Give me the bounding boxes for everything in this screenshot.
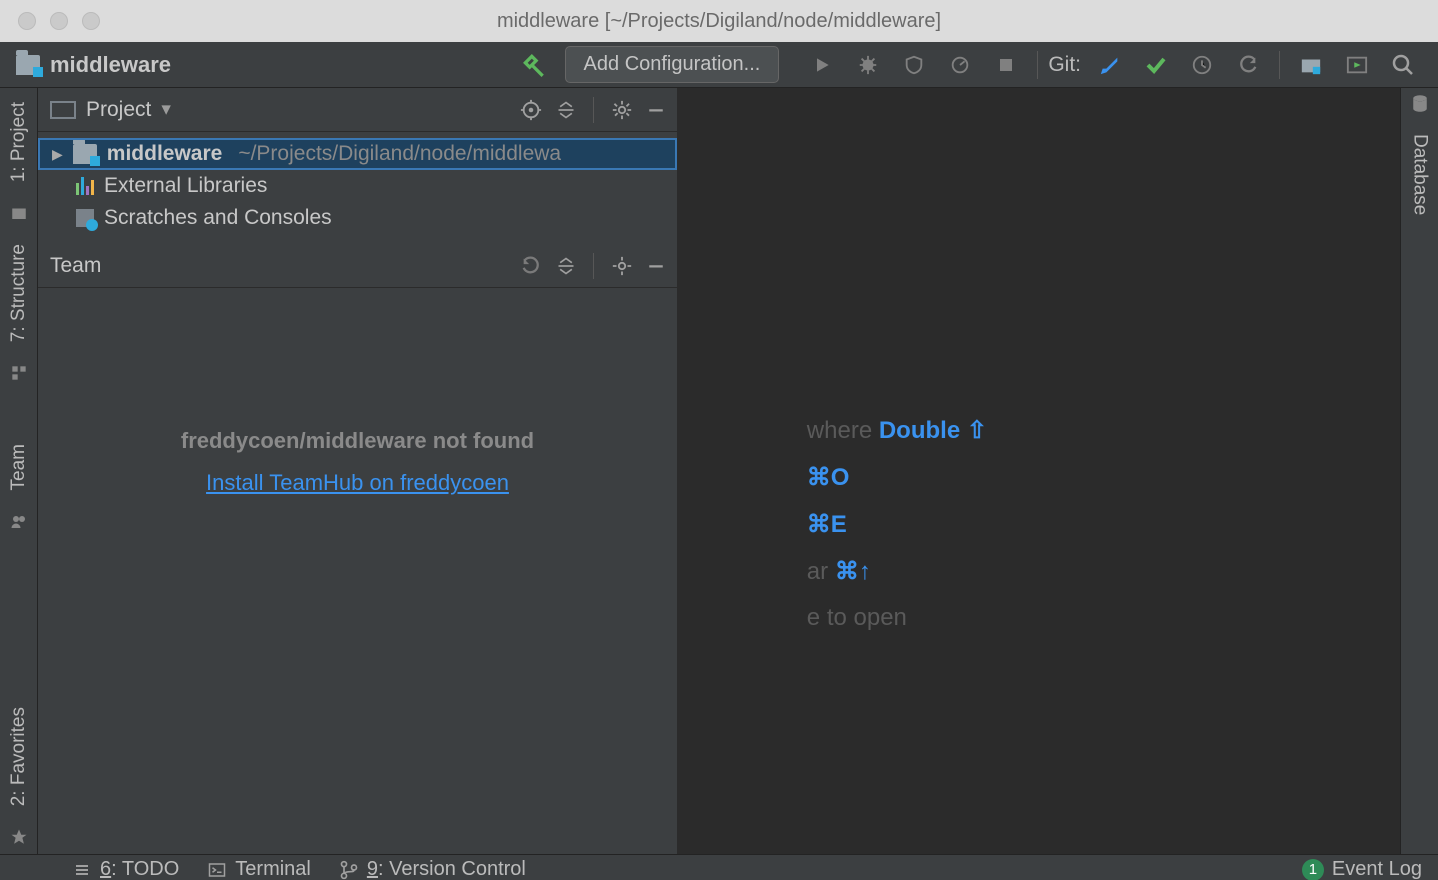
minimize-icon[interactable]: [647, 101, 665, 119]
run-icon[interactable]: [807, 55, 837, 75]
coverage-icon[interactable]: [899, 54, 929, 76]
hint-text: where: [807, 417, 879, 444]
locate-icon[interactable]: [520, 99, 542, 121]
toolwindow-tab-database[interactable]: Database: [1409, 124, 1431, 229]
project-structure-icon[interactable]: [1296, 54, 1326, 76]
zoom-window-icon[interactable]: [82, 12, 100, 30]
collapse-all-icon[interactable]: [556, 100, 576, 120]
libraries-icon: [76, 177, 94, 195]
project-tree: ▶ middleware ~/Projects/Digiland/node/mi…: [38, 132, 677, 244]
tree-root-path: ~/Projects/Digiland/node/middlewa: [238, 142, 561, 166]
stop-icon[interactable]: [991, 56, 1021, 74]
install-teamhub-link[interactable]: Install TeamHub on freddycoen: [206, 470, 509, 496]
toolwindow-tab-terminal[interactable]: Terminal: [207, 858, 311, 880]
separator: [1037, 51, 1038, 79]
run-anything-icon[interactable]: [1342, 54, 1372, 76]
folder-icon: [73, 144, 97, 164]
window-title: middleware [~/Projects/Digiland/node/mid…: [497, 10, 941, 33]
folder-icon: [16, 55, 40, 75]
minimize-icon[interactable]: [647, 257, 665, 275]
toolwindow-tab-vcs[interactable]: 9: Version Control: [339, 858, 526, 880]
window-controls: [18, 12, 100, 30]
tree-row-root[interactable]: ▶ middleware ~/Projects/Digiland/node/mi…: [38, 138, 677, 170]
team-panel-title: Team: [50, 254, 101, 278]
editor-area[interactable]: where Double ⇧ ⌘O ⌘E ar ⌘↑ e to open: [678, 88, 1400, 854]
team-panel-header: Team: [38, 244, 677, 288]
scratches-icon: [76, 209, 94, 227]
bottom-toolwindow-bar: 6: TODO Terminal 9: Version Control 1 Ev…: [0, 854, 1438, 880]
chevron-down-icon[interactable]: ▾: [161, 98, 171, 121]
tab-label: Terminal: [235, 858, 311, 880]
toolwindow-tab-structure[interactable]: 7: Structure: [8, 230, 30, 356]
main-toolbar: middleware Add Configuration... Git:: [0, 42, 1438, 88]
hint-text: ar: [807, 558, 835, 585]
git-label: Git:: [1048, 53, 1081, 77]
profiler-icon[interactable]: [945, 54, 975, 76]
build-icon[interactable]: [521, 52, 547, 78]
refresh-icon[interactable]: [520, 255, 542, 277]
history-icon[interactable]: [1187, 54, 1217, 76]
separator: [593, 97, 594, 123]
event-log-label: Event Log: [1332, 858, 1422, 880]
shortcut: Double ⇧: [879, 417, 987, 444]
debug-icon[interactable]: [853, 54, 883, 76]
toolwindow-tab-todo[interactable]: 6: TODO: [72, 858, 179, 880]
database-icon[interactable]: [1411, 94, 1429, 124]
shortcut: ⌘O: [807, 464, 850, 491]
gear-icon[interactable]: [611, 255, 633, 277]
list-icon: [72, 862, 92, 878]
team-panel-body: freddycoen/middleware not found Install …: [38, 288, 677, 854]
gear-icon[interactable]: [611, 99, 633, 121]
shortcut: ⌘E: [807, 511, 847, 538]
side-panel: Project ▾ ▶: [38, 88, 678, 854]
toolwindow-icon[interactable]: [10, 196, 28, 230]
tree-row-external-libs[interactable]: External Libraries: [38, 170, 677, 202]
star-icon[interactable]: [10, 820, 28, 854]
terminal-icon: [207, 861, 227, 879]
add-configuration-button[interactable]: Add Configuration...: [565, 46, 780, 83]
project-panel-title[interactable]: Project: [86, 98, 151, 122]
toolwindow-tab-project[interactable]: 1: Project: [8, 88, 30, 196]
team-not-found-msg: freddycoen/middleware not found: [181, 428, 534, 454]
event-count-badge: 1: [1302, 859, 1324, 880]
separator: [1279, 51, 1280, 79]
shortcut: ⌘↑: [835, 558, 871, 585]
branch-icon: [339, 860, 359, 880]
toolwindow-tab-team[interactable]: Team: [8, 430, 30, 504]
toolwindow-tab-favorites[interactable]: 2: Favorites: [8, 693, 30, 820]
revert-icon[interactable]: [1233, 54, 1263, 76]
close-window-icon[interactable]: [18, 12, 36, 30]
project-view-icon: [50, 101, 76, 119]
hint-text: e to open: [807, 604, 907, 631]
chevron-right-icon[interactable]: ▶: [52, 146, 63, 163]
tree-row-scratches[interactable]: Scratches and Consoles: [38, 202, 677, 234]
collapse-all-icon[interactable]: [556, 256, 576, 276]
window-titlebar: middleware [~/Projects/Digiland/node/mid…: [0, 0, 1438, 42]
right-toolwindow-bar: Database: [1400, 88, 1438, 854]
tab-label: 6: TODO: [100, 858, 179, 880]
project-panel-header: Project ▾: [38, 88, 677, 132]
tree-root-name: middleware: [107, 142, 223, 166]
vcs-update-icon[interactable]: [1095, 54, 1125, 76]
tree-label: External Libraries: [104, 174, 267, 198]
tree-label: Scratches and Consoles: [104, 206, 332, 230]
separator: [593, 253, 594, 279]
breadcrumb[interactable]: middleware: [16, 52, 171, 78]
minimize-window-icon[interactable]: [50, 12, 68, 30]
vcs-commit-icon[interactable]: [1141, 53, 1171, 77]
team-icon[interactable]: [9, 505, 29, 539]
event-log-button[interactable]: 1 Event Log: [1302, 858, 1422, 880]
search-icon[interactable]: [1388, 53, 1418, 77]
breadcrumb-project: middleware: [50, 52, 171, 78]
tab-label: 9: Version Control: [367, 858, 526, 880]
toolwindow-icon[interactable]: [11, 356, 27, 390]
left-toolwindow-bar: 1: Project 7: Structure Team 2: Favorite…: [0, 88, 38, 854]
welcome-hints: where Double ⇧ ⌘O ⌘E ar ⌘↑ e to open: [807, 398, 987, 650]
